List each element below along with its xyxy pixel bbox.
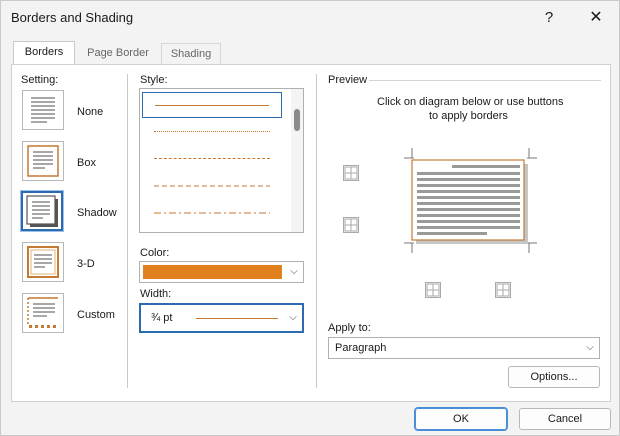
tab-shading-label: Shading — [170, 48, 212, 60]
width-value: ¾ pt — [151, 312, 173, 324]
right-border-icon — [496, 283, 510, 297]
style-dash-small-line — [154, 158, 270, 159]
chevron-down-icon[interactable]: ⌵ — [581, 338, 599, 358]
preview-divider — [369, 80, 601, 81]
width-sample-line — [196, 318, 278, 319]
setting-shadow-icon[interactable] — [20, 190, 64, 232]
tab-page-border-label: Page Border — [87, 47, 149, 59]
style-item-dash-dot[interactable] — [142, 200, 282, 226]
apply-to-heading: Apply to: — [328, 322, 371, 334]
setting-none-label[interactable]: None — [77, 106, 103, 118]
column-divider-left — [127, 74, 128, 388]
setting-3d-graphic — [27, 246, 59, 278]
style-item-dotted[interactable] — [142, 119, 282, 145]
setting-none-graphic — [31, 97, 55, 123]
style-heading: Style: — [140, 74, 168, 86]
color-dropdown[interactable]: ⌵ — [139, 261, 304, 283]
help-button[interactable]: ? — [537, 6, 561, 30]
setting-3d-label[interactable]: 3-D — [77, 258, 95, 270]
setting-custom-icon[interactable] — [22, 293, 64, 333]
style-list-scroll-thumb[interactable] — [294, 109, 300, 131]
top-border-button[interactable] — [343, 165, 359, 181]
bottom-border-icon — [344, 218, 358, 232]
style-item-solid[interactable] — [142, 92, 282, 118]
top-border-icon — [344, 166, 358, 180]
style-item-dash-small[interactable] — [142, 146, 282, 172]
color-heading: Color: — [140, 247, 170, 259]
color-swatch — [143, 265, 282, 279]
borders-and-shading-dialog: Borders and Shading ? ✕ Borders Page Bor… — [0, 0, 620, 436]
style-dash-dot-line — [154, 212, 270, 214]
tab-page-border[interactable]: Page Border — [81, 43, 155, 65]
setting-shadow-label[interactable]: Shadow — [77, 207, 117, 219]
chevron-down-icon[interactable]: ⌵ — [285, 262, 303, 282]
tab-borders[interactable]: Borders — [13, 41, 75, 65]
width-heading: Width: — [140, 288, 172, 300]
ok-button[interactable]: OK — [414, 407, 508, 431]
close-button[interactable]: ✕ — [583, 6, 609, 30]
preview-instructions-1: Click on diagram below or use buttons — [377, 96, 564, 108]
setting-heading: Setting: — [21, 74, 59, 86]
setting-custom-graphic — [27, 297, 58, 328]
preview-heading: Preview — [328, 74, 368, 86]
style-solid-line — [155, 105, 269, 106]
preview-diagram[interactable] — [392, 138, 549, 264]
options-button[interactable]: Options... — [508, 366, 600, 388]
title-bar: Borders and Shading ? ✕ — [1, 1, 619, 35]
column-divider-right — [316, 74, 317, 388]
preview-page-graphic — [404, 148, 537, 253]
preview-instructions-2: to apply borders — [429, 110, 508, 122]
cancel-button[interactable]: Cancel — [519, 408, 611, 430]
setting-box-icon[interactable] — [22, 141, 64, 181]
setting-box-graphic — [27, 145, 59, 177]
setting-shadow-graphic — [26, 195, 58, 227]
left-border-button[interactable] — [425, 282, 441, 298]
tab-shading[interactable]: Shading — [161, 43, 221, 65]
tab-borders-label: Borders — [24, 46, 64, 58]
setting-box-label[interactable]: Box — [77, 157, 96, 169]
apply-to-value: Paragraph — [335, 342, 387, 354]
apply-to-dropdown[interactable]: Paragraph ⌵ — [328, 337, 600, 359]
style-dash-large-line — [154, 185, 270, 187]
style-list[interactable] — [139, 88, 304, 233]
left-border-icon — [426, 283, 440, 297]
setting-none-icon[interactable] — [22, 90, 64, 130]
width-dropdown[interactable]: ¾ pt ⌵ — [139, 303, 304, 333]
right-border-button[interactable] — [495, 282, 511, 298]
setting-custom-label[interactable]: Custom — [77, 309, 115, 321]
style-dotted-line — [154, 131, 270, 132]
chevron-down-icon[interactable]: ⌵ — [284, 305, 302, 331]
style-list-scrollbar[interactable] — [291, 89, 303, 232]
style-item-dash-large[interactable] — [142, 173, 282, 199]
setting-3d-icon[interactable] — [22, 242, 64, 282]
dialog-title: Borders and Shading — [11, 10, 134, 25]
bottom-border-button[interactable] — [343, 217, 359, 233]
